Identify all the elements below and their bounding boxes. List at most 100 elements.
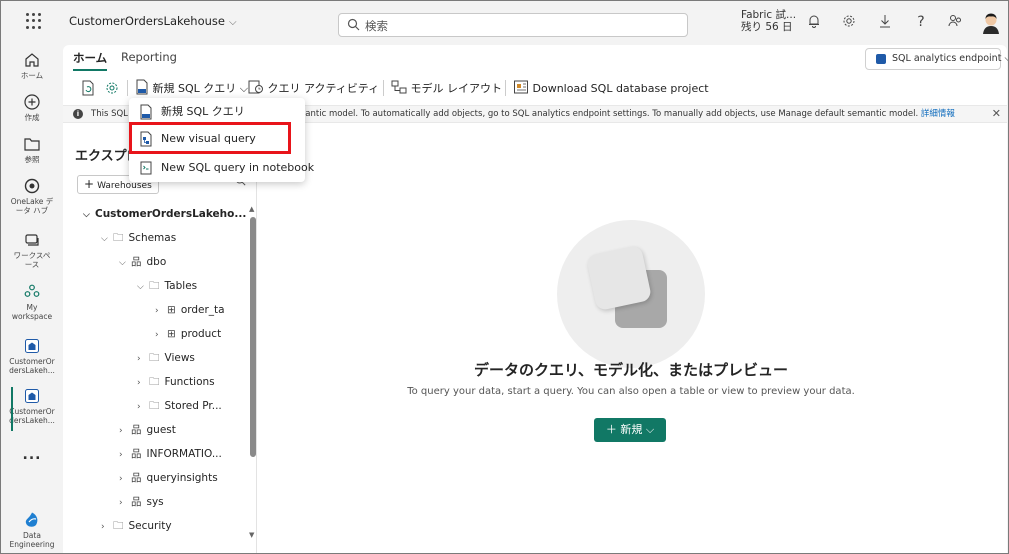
nav-lakehouse-2-label-2: dersLakeh... — [9, 416, 55, 425]
left-nav: ホーム 作成 参照 OneLake デ ータ ハブ ワークスペ ース My wo… — [1, 41, 63, 553]
new-button[interactable]: ＋ 新規 ⌵ — [594, 418, 666, 442]
download-project-button[interactable]: Download SQL database project — [513, 79, 709, 97]
tree-item-information-schema[interactable]: › 品 INFORMATIO... — [119, 444, 222, 464]
nav-lakehouse-1-label-1: CustomerOr — [9, 357, 55, 366]
refresh-doc-icon[interactable] — [81, 79, 95, 97]
empty-state-illustration — [557, 220, 705, 368]
close-icon[interactable]: ✕ — [992, 106, 1001, 122]
nav-browse[interactable]: 参照 — [1, 135, 63, 164]
data-engineering-icon — [25, 512, 38, 527]
workspace-selector[interactable]: CustomerOrdersLakehouse ⌵ — [69, 14, 237, 28]
folder-icon: 🗀 — [149, 376, 160, 388]
nav-workspaces-label-2: ース — [24, 260, 40, 269]
tree-item-functions[interactable]: › 🗀 Functions — [137, 372, 215, 392]
sql-file-icon — [140, 104, 152, 120]
chevron-down-icon: ⌵ — [101, 234, 108, 244]
tree-item-guest[interactable]: › 品 guest — [119, 420, 176, 440]
info-text-rest: mantic model. To automatically add objec… — [297, 106, 955, 122]
tab-reporting[interactable]: Reporting — [121, 50, 177, 64]
explorer-pane: エクスプロ + Warehouses ⌵ CustomerOrdersLakeho.… — [67, 135, 257, 553]
search-box[interactable]: 検索 — [338, 13, 688, 37]
folder-icon: 🗀 — [113, 520, 124, 532]
nav-data-engineering[interactable]: Data Engineering — [1, 511, 63, 549]
explorer-scrollbar[interactable]: ▲ ▼ — [249, 205, 257, 541]
nav-lakehouse-1-label-2: dersLakeh... — [9, 366, 55, 375]
tree-item-sys[interactable]: › 品 sys — [119, 492, 164, 512]
tree-label: Tables — [164, 280, 198, 292]
top-bar: CustomerOrdersLakehouse ⌵ 検索 Fabric 試... … — [1, 1, 1008, 41]
chevron-down-icon: ⌵ — [229, 17, 237, 28]
new-sql-query-button[interactable]: 新規 SQL クエリ ⌵ — [135, 79, 248, 97]
table-icon: ⊞ — [167, 328, 176, 340]
tree-label: INFORMATIO... — [146, 448, 222, 460]
trial-line2: 残り 56 日 — [741, 21, 793, 33]
tree-item-security[interactable]: › 🗀 Security — [101, 516, 172, 536]
scrollbar-thumb[interactable] — [250, 217, 256, 457]
tree-item-lakehouse[interactable]: ⌵ CustomerOrdersLakeho... — [83, 204, 246, 224]
home-icon — [25, 53, 39, 67]
chevron-down-icon[interactable]: ⌵ — [240, 82, 248, 95]
tree-item-views[interactable]: › 🗀 Views — [137, 348, 195, 368]
chevron-down-icon: ⌵ — [1004, 53, 1008, 64]
create-icon — [24, 94, 40, 110]
new-sql-query-label: 新規 SQL クエリ — [152, 82, 237, 95]
tree-item-schemas[interactable]: ⌵ 🗀 Schemas — [101, 228, 176, 248]
lakehouse-icon — [25, 339, 39, 353]
chevron-right-icon: › — [137, 402, 141, 412]
folder-icon: 🗀 — [149, 400, 160, 412]
chevron-down-icon: ⌵ — [83, 210, 90, 220]
tree-item-product[interactable]: › ⊞ product — [155, 324, 221, 344]
more-icon[interactable]: ... — [1, 447, 63, 463]
download-project-label: Download SQL database project — [532, 82, 709, 95]
bell-icon[interactable] — [806, 14, 822, 30]
nav-my-workspace[interactable]: My workspace — [1, 283, 63, 321]
tree-item-stored-procedures[interactable]: › 🗀 Stored Pr... — [137, 396, 222, 416]
avatar[interactable] — [981, 12, 1001, 34]
scroll-down-icon[interactable]: ▼ — [249, 531, 254, 539]
scroll-up-icon[interactable]: ▲ — [249, 205, 254, 213]
tree-item-queryinsights[interactable]: › 品 queryinsights — [119, 468, 218, 488]
tree-label: product — [180, 328, 222, 340]
tree-label: queryinsights — [146, 472, 218, 484]
chevron-right-icon: › — [101, 522, 105, 532]
tree-label: guest — [146, 424, 176, 436]
endpoint-label: SQL analytics endpoint — [892, 53, 1002, 64]
folder-icon: 🗀 — [149, 352, 160, 364]
app-window: CustomerOrdersLakehouse ⌵ 検索 Fabric 試... … — [0, 0, 1009, 554]
tree-item-dbo[interactable]: ⌵ 品 dbo — [119, 252, 166, 272]
endpoint-selector[interactable]: SQL analytics endpoint ⌵ — [865, 48, 1008, 70]
tree-item-order-table[interactable]: › ⊞ order_ta — [155, 300, 225, 320]
settings-icon[interactable] — [105, 79, 119, 97]
tree-item-tables[interactable]: ⌵ 🗀 Tables — [137, 276, 197, 296]
workspace-title: CustomerOrdersLakehouse — [69, 14, 225, 28]
menu-item-new-sql-notebook[interactable]: New SQL query in notebook — [129, 154, 314, 182]
chevron-down-icon: ⌵ — [645, 423, 655, 436]
nav-create[interactable]: 作成 — [1, 93, 63, 122]
tree-label: dbo — [146, 256, 167, 268]
waffle-icon[interactable] — [26, 13, 42, 29]
empty-state-subtitle: To query your data, start a query. You c… — [407, 386, 855, 397]
model-layout-label: モデル レイアウト — [410, 82, 503, 95]
query-activity-button[interactable]: クエリ アクティビティ — [248, 79, 379, 97]
trial-status[interactable]: Fabric 試... 残り 56 日 — [741, 9, 796, 33]
nav-onelake[interactable]: OneLake デ ータ ハブ — [1, 177, 63, 215]
illustration-card-front — [585, 244, 653, 312]
nav-home[interactable]: ホーム — [1, 51, 63, 80]
nav-lakehouse-1[interactable]: CustomerOr dersLakeh... — [1, 337, 63, 375]
tree-label: Schemas — [128, 232, 177, 244]
nav-workspaces[interactable]: ワークスペ ース — [1, 231, 63, 269]
nav-lakehouse-2[interactable]: CustomerOr dersLakeh... — [1, 387, 63, 431]
download-icon[interactable] — [877, 14, 893, 30]
learn-more-link[interactable]: 詳細情報 — [921, 109, 955, 119]
new-button-label: 新規 — [620, 423, 643, 436]
model-layout-button[interactable]: モデル レイアウト — [391, 79, 502, 97]
tab-home[interactable]: ホーム — [73, 50, 108, 71]
tree-label: order_ta — [180, 304, 225, 316]
chevron-right-icon: › — [119, 498, 123, 508]
schema-icon: 品 — [131, 424, 142, 436]
help-icon[interactable]: ? — [913, 14, 929, 30]
share-icon[interactable] — [947, 14, 963, 30]
nav-onelake-label-1: OneLake デ — [10, 197, 54, 206]
gear-icon[interactable] — [841, 14, 857, 30]
chevron-right-icon: › — [119, 450, 123, 460]
